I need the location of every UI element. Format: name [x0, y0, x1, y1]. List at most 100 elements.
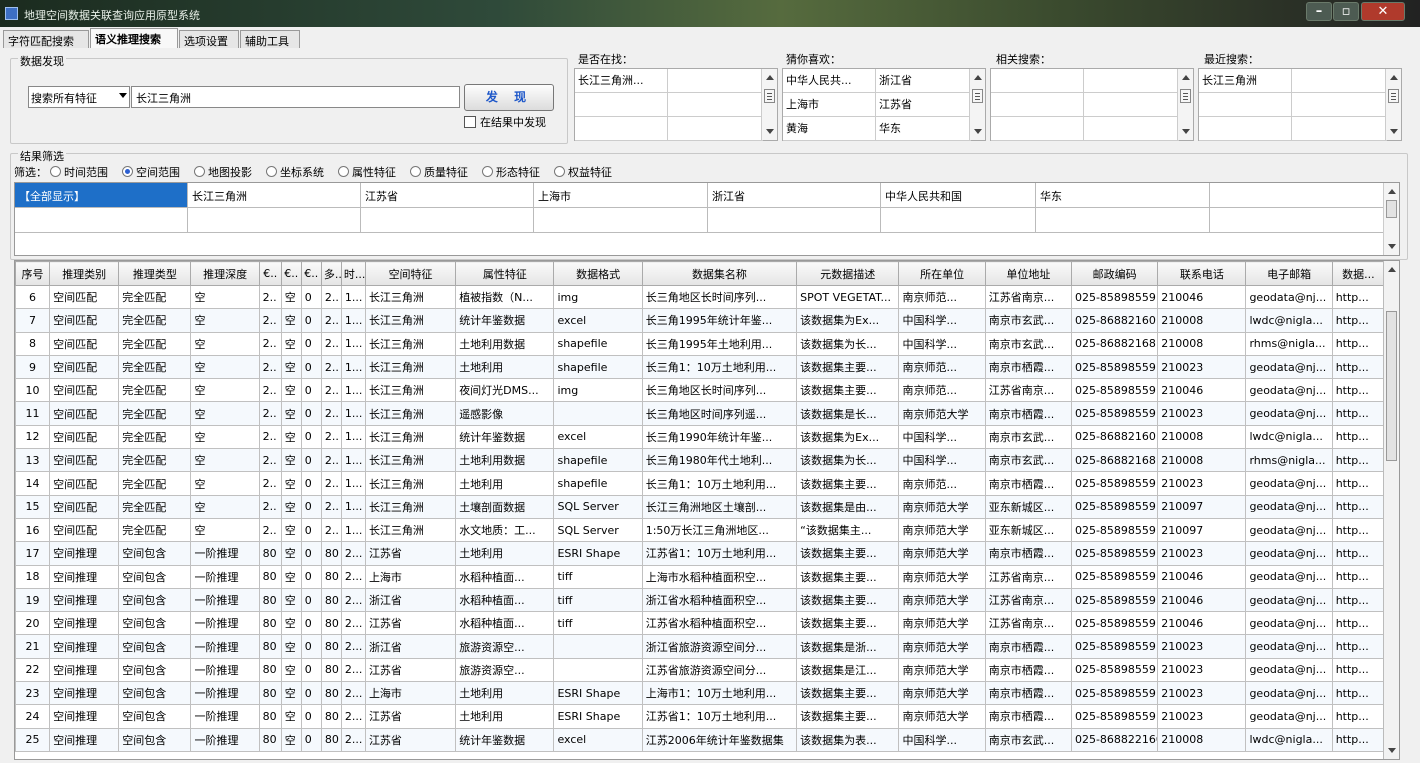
- table-row[interactable]: 6 空间匹配 完全匹配空 2.. 空 0 2.. 1... 长江三角洲 植被指数（N... img 长…: [15, 284, 1386, 310]
- result-chip[interactable]: 长江三角洲: [188, 183, 361, 208]
- table-row[interactable]: 11 空间匹配 完全匹配空 2.. 空 0 2.. 1... 长江三角洲 遥感影像 长三角地区时间序…: [15, 401, 1386, 426]
- filter-radio-attr[interactable]: [338, 166, 349, 177]
- column-header[interactable]: 多..: [320, 261, 342, 286]
- result-chip-all[interactable]: 【全部显示】: [15, 183, 188, 208]
- result-chip[interactable]: [188, 208, 361, 233]
- column-header[interactable]: 邮政编码: [1070, 261, 1159, 286]
- related-cell[interactable]: [1084, 69, 1179, 93]
- filter-radio-time[interactable]: [50, 166, 61, 177]
- table-row[interactable]: 21 空间推理 空间包含 一阶推理 80 空 0 80 2... 浙江省 旅游资源空... 浙江省旅游…: [15, 634, 1386, 659]
- table-row[interactable]: 16 空间匹配 完全匹配空 2.. 空 0 2.. 1... 长江三角洲 水文地质：工... SQL…: [15, 517, 1386, 543]
- table-row[interactable]: 12 空间匹配 完全匹配空 2.. 空 0 2.. 1... 长江三角洲 统计年鉴数据 excel 长…: [15, 424, 1386, 450]
- column-header[interactable]: 推理类别: [49, 261, 120, 286]
- column-header[interactable]: 数据集名称: [641, 261, 798, 286]
- is-it-cell[interactable]: [668, 117, 763, 141]
- table-row[interactable]: 9 空间匹配 完全匹配空 2.. 空 0 2.. 1... 长江三角洲 土地利用 shapefile…: [15, 354, 1386, 380]
- result-chip[interactable]: [1036, 208, 1210, 233]
- guess-cell[interactable]: 上海市: [783, 93, 876, 117]
- related-cell[interactable]: [1084, 117, 1179, 141]
- column-header[interactable]: €..: [280, 261, 302, 286]
- column-header[interactable]: 推理深度: [190, 261, 260, 286]
- result-chip[interactable]: [361, 208, 534, 233]
- recent-cell[interactable]: [1292, 69, 1387, 93]
- filter-radio-coord[interactable]: [266, 166, 277, 177]
- recent-scrollbar[interactable]: [1385, 69, 1401, 140]
- table-row[interactable]: 24 空间推理 空间包含 一阶推理 80 空 0 80 2... 江苏省 土地利用 ESRI Shap…: [15, 704, 1386, 729]
- result-chip[interactable]: 江苏省: [361, 183, 534, 208]
- grid-scrollbar[interactable]: [1383, 261, 1399, 759]
- result-chip[interactable]: [15, 208, 188, 233]
- is-it-cell[interactable]: [575, 93, 668, 117]
- table-row[interactable]: 13 空间匹配 完全匹配空 2.. 空 0 2.. 1... 长江三角洲 土地利用数据 shapef…: [15, 448, 1386, 473]
- guess-cell[interactable]: 中华人民共...: [783, 69, 876, 93]
- result-chip[interactable]: [881, 208, 1036, 233]
- column-header[interactable]: 空间特征: [364, 261, 457, 286]
- is-it-cell[interactable]: 长江三角洲...: [575, 69, 668, 93]
- recent-cell[interactable]: 长江三角洲: [1199, 69, 1292, 93]
- column-header[interactable]: 电子邮箱: [1245, 261, 1333, 286]
- result-chip[interactable]: [1210, 208, 1384, 233]
- recent-cell[interactable]: [1199, 117, 1292, 141]
- table-row[interactable]: 20 空间推理 空间包含 一阶推理 80 空 0 80 2... 江苏省 水稻种植面... tiff 江…: [15, 611, 1386, 636]
- search-mode-select[interactable]: 搜索所有特征: [28, 86, 130, 108]
- is-it-cell[interactable]: [668, 69, 763, 93]
- table-row[interactable]: 23 空间推理 空间包含 一阶推理 80 空 0 80 2... 上海市 土地利用 ESRI Shap…: [15, 681, 1386, 706]
- guess-cell[interactable]: 华东: [876, 117, 971, 141]
- column-header[interactable]: €..: [258, 261, 282, 286]
- table-row[interactable]: 25 空间推理 空间包含 一阶推理 80 空 0 80 2... 江苏省 统计年鉴数据 excel 江苏…: [15, 727, 1386, 752]
- column-header[interactable]: €..: [300, 261, 322, 286]
- column-header[interactable]: 数据...: [1331, 261, 1386, 286]
- result-chip[interactable]: [708, 208, 881, 233]
- filter-radio-rights[interactable]: [554, 166, 565, 177]
- filter-radio-shape[interactable]: [482, 166, 493, 177]
- table-row[interactable]: 17 空间推理 空间包含 一阶推理 80 空 0 80 2... 江苏省 土地利用 ESRI Shap…: [15, 541, 1386, 566]
- tab-options[interactable]: 选项设置: [179, 30, 239, 48]
- guess-cell[interactable]: 江苏省: [876, 93, 971, 117]
- table-row[interactable]: 22 空间推理 空间包含 一阶推理 80 空 0 80 2... 江苏省 旅游资源空... 江苏省旅游…: [15, 657, 1386, 683]
- filter-radio-space[interactable]: [122, 166, 133, 177]
- recent-cell[interactable]: [1292, 117, 1387, 141]
- guess-cell[interactable]: 浙江省: [876, 69, 971, 93]
- guess-scrollbar[interactable]: [969, 69, 985, 140]
- discover-button[interactable]: 发 现: [464, 84, 554, 111]
- tab-tools[interactable]: 辅助工具: [240, 30, 300, 48]
- result-chip[interactable]: 浙江省: [708, 183, 881, 208]
- table-row[interactable]: 8 空间匹配 完全匹配空 2.. 空 0 2.. 1... 长江三角洲 土地利用数据 shapefi…: [15, 331, 1386, 356]
- related-scrollbar[interactable]: [1177, 69, 1193, 140]
- is-it-cell[interactable]: [668, 93, 763, 117]
- column-header[interactable]: 元数据描述: [796, 261, 900, 286]
- column-header[interactable]: 所在单位: [898, 261, 986, 286]
- result-chip[interactable]: 上海市: [534, 183, 708, 208]
- column-header[interactable]: 时...: [340, 261, 366, 286]
- column-header[interactable]: 属性特征: [455, 261, 555, 286]
- is-it-cell[interactable]: [575, 117, 668, 141]
- result-filter-scrollbar[interactable]: [1383, 183, 1399, 255]
- recent-cell[interactable]: [1199, 93, 1292, 117]
- minimize-button[interactable]: –: [1306, 2, 1332, 21]
- related-cell[interactable]: [1084, 93, 1179, 117]
- column-header[interactable]: 序号: [15, 261, 51, 286]
- column-header[interactable]: 联系电话: [1157, 261, 1247, 286]
- related-cell[interactable]: [991, 93, 1084, 117]
- table-row[interactable]: 18 空间推理 空间包含 一阶推理 80 空 0 80 2... 上海市 水稻种植面... tiff 上…: [15, 564, 1386, 589]
- related-cell[interactable]: [991, 117, 1084, 141]
- result-chip[interactable]: 中华人民共和国: [881, 183, 1036, 208]
- result-chip[interactable]: [534, 208, 708, 233]
- is-it-scrollbar[interactable]: [761, 69, 777, 140]
- close-button[interactable]: ✕: [1361, 2, 1405, 21]
- table-row[interactable]: 14 空间匹配 完全匹配空 2.. 空 0 2.. 1... 长江三角洲 土地利用 shapefil…: [15, 471, 1386, 496]
- table-row[interactable]: 19 空间推理 空间包含 一阶推理 80 空 0 80 2... 浙江省 水稻种植面... tiff 浙…: [15, 587, 1386, 613]
- tab-char-match[interactable]: 字符匹配搜索: [3, 30, 89, 48]
- in-results-checkbox[interactable]: [464, 116, 476, 128]
- table-row[interactable]: 15 空间匹配 完全匹配空 2.. 空 0 2.. 1... 长江三角洲 土壤剖面数据 SQL Se…: [15, 494, 1386, 519]
- guess-cell[interactable]: 黄海: [783, 117, 876, 141]
- table-row[interactable]: 10 空间匹配 完全匹配空 2.. 空 0 2.. 1... 长江三角洲 夜间灯光DMS... im…: [15, 378, 1386, 403]
- result-chip[interactable]: [1210, 183, 1384, 208]
- recent-cell[interactable]: [1292, 93, 1387, 117]
- table-row[interactable]: 7 空间匹配 完全匹配空 2.. 空 0 2.. 1... 长江三角洲 统计年鉴数据 excel 长三…: [15, 308, 1386, 333]
- column-header[interactable]: 单位地址: [984, 261, 1072, 286]
- column-header[interactable]: 推理类型: [118, 261, 192, 286]
- column-header[interactable]: 数据格式: [553, 261, 643, 286]
- maximize-button[interactable]: ▫: [1333, 2, 1359, 21]
- filter-radio-quality[interactable]: [410, 166, 421, 177]
